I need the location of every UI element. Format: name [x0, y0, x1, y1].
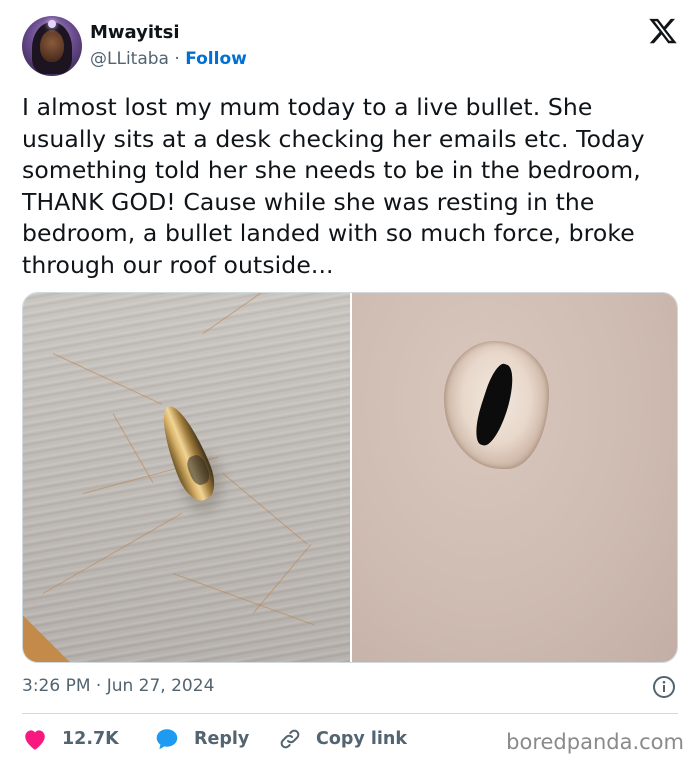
copy-link-button[interactable]: Copy link: [278, 724, 407, 754]
scratch-mark: [42, 513, 182, 594]
watermark: boredpanda.com: [506, 730, 684, 754]
info-icon[interactable]: [652, 675, 676, 699]
handle-separator: ·: [168, 49, 186, 69]
avatar-glow: [48, 20, 56, 28]
scratch-mark: [52, 353, 162, 405]
tweet-media[interactable]: [22, 292, 678, 663]
scratch-mark: [202, 293, 286, 334]
like-count: 12.7K: [62, 729, 119, 749]
avatar-face: [40, 30, 64, 62]
tweet-header: Mwayitsi @LLitaba · Follow: [22, 16, 682, 78]
bullet-casing: [152, 400, 222, 506]
avatar[interactable]: [22, 16, 82, 76]
follow-button[interactable]: Follow: [185, 49, 247, 69]
tweet-timestamp[interactable]: 3:26 PM · Jun 27, 2024: [22, 676, 214, 696]
actions-divider: [22, 713, 678, 714]
photo-ceiling-hole[interactable]: [352, 293, 677, 662]
reply-label: Reply: [194, 729, 250, 749]
scratch-mark: [252, 544, 312, 614]
author-handle[interactable]: @LLitaba: [90, 49, 169, 69]
scratch-mark: [112, 413, 154, 484]
heart-icon: [25, 730, 45, 750]
link-icon: [280, 729, 300, 749]
scratch-mark: [172, 573, 315, 626]
photo-bullet[interactable]: [23, 293, 350, 662]
like-button[interactable]: 12.7K: [22, 724, 119, 754]
wood-corner: [23, 604, 83, 662]
x-logo-icon[interactable]: [648, 16, 678, 46]
bullet-object: [152, 400, 222, 506]
ceiling-hole: [444, 341, 554, 471]
reply-bubble-icon: [156, 729, 178, 750]
scratch-mark: [222, 473, 308, 545]
author-handle-line: @LLitaba · Follow: [90, 49, 247, 69]
author-display-name[interactable]: Mwayitsi: [90, 22, 180, 43]
reply-button[interactable]: Reply: [154, 724, 249, 754]
copy-link-label: Copy link: [316, 729, 407, 749]
tweet-text: I almost lost my mum today to a live bul…: [22, 93, 645, 279]
